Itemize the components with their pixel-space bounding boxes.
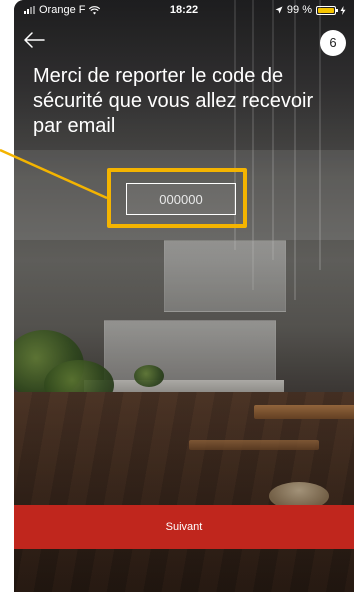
- next-button[interactable]: Suivant: [14, 505, 354, 549]
- battery-percent: 99 %: [286, 4, 312, 16]
- back-button[interactable]: [22, 30, 46, 50]
- status-bar: Orange F 18:22 99 %: [14, 0, 354, 20]
- battery-level: [318, 7, 334, 13]
- step-number-badge: 6: [320, 30, 346, 56]
- charging-icon: [340, 5, 346, 15]
- instruction-text: Merci de reporter le code de sécurité qu…: [33, 65, 314, 137]
- battery-icon: [316, 5, 338, 15]
- back-arrow-icon: [24, 32, 45, 48]
- location-icon: [275, 6, 283, 14]
- status-right: 99 %: [275, 4, 346, 16]
- screenshot-canvas: Orange F 18:22 99 % 6 Merci de reporter …: [0, 0, 354, 592]
- security-code-input[interactable]: [126, 183, 236, 215]
